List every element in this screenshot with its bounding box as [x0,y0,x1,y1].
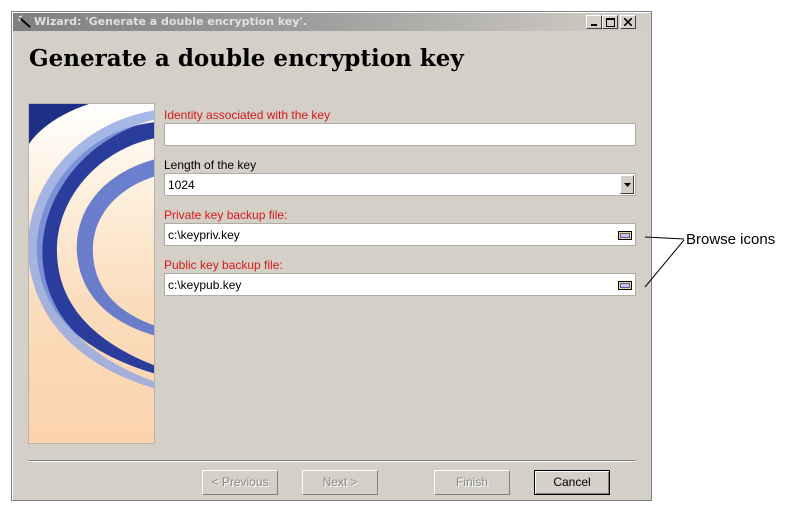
browse-icons-annotation: Browse icons [686,231,776,248]
callout-lines [644,236,685,288]
